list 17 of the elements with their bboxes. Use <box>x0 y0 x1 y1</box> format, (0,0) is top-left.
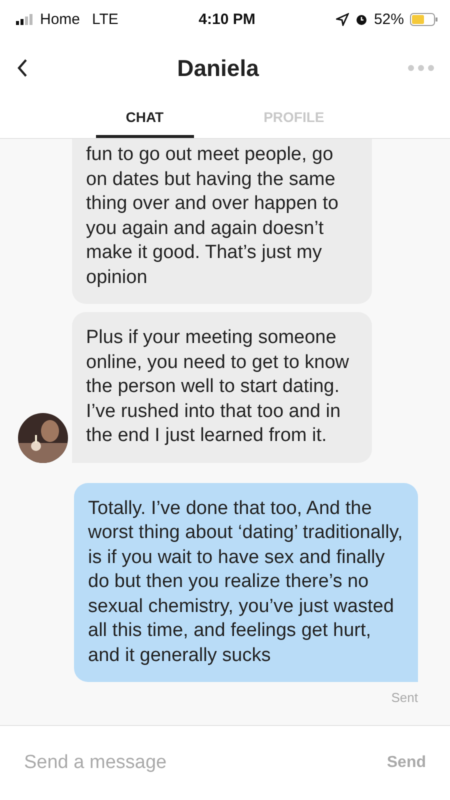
chat-title: Daniela <box>177 54 259 82</box>
battery-percent: 52% <box>374 10 404 28</box>
message-input[interactable]: Send a message <box>22 751 326 775</box>
battery-icon <box>410 12 438 26</box>
signal-icon <box>16 14 34 24</box>
avatar[interactable] <box>18 412 68 462</box>
alarm-clock-icon <box>354 12 368 26</box>
send-button[interactable]: Send <box>380 753 432 773</box>
message-bubble: fun to go out meet people, go on dates but having the same thing over and over happen to you again and again doesn’t make it good. That’s just my opinion <box>72 139 372 304</box>
clock: 4:10 PM <box>198 10 256 28</box>
location-arrow-icon <box>336 12 349 26</box>
carrier: Home <box>40 10 80 28</box>
network-type: LTE <box>92 10 118 28</box>
message-bubble: Totally. I’ve done that too, And the worst thing about ‘dating’ traditionally, is if you wait to have sex and finally do but then you realize there’s no sexual chemistry, you’ve just wasted all this time, and feelings get hurt, and it generally sucks <box>74 482 418 682</box>
message-bubble: Plus if your meeting someone online, you need to get to know the person well to start dating. I’ve rushed into that too and in the end I just learned from it. <box>72 312 372 462</box>
back-icon[interactable] <box>16 58 28 78</box>
delivery-status: Sent <box>391 690 418 705</box>
